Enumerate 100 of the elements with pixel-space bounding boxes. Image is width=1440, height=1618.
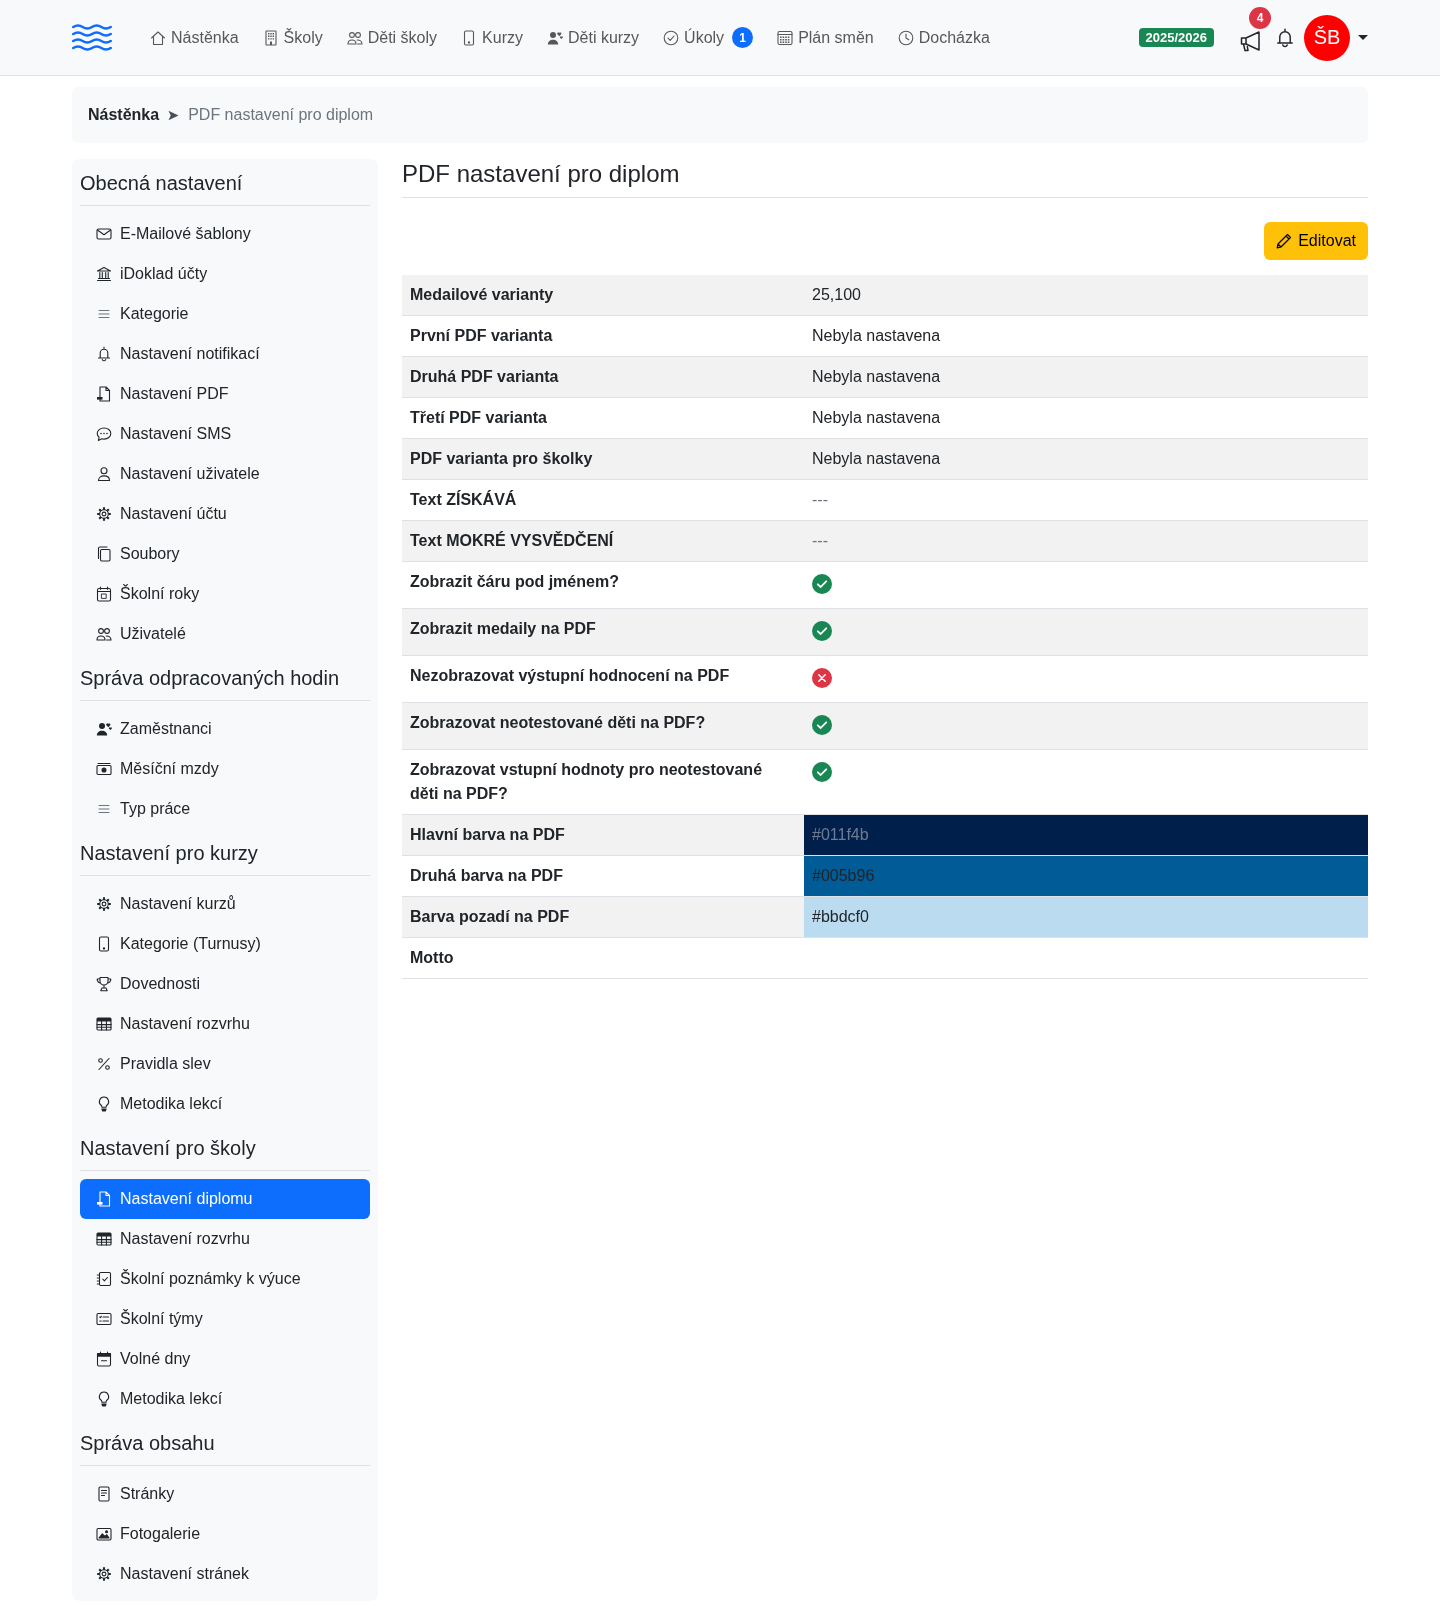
nav-link[interactable]: Docházka <box>885 17 1002 58</box>
sidebar-item[interactable]: Měsíční mzdy <box>80 749 370 789</box>
sidebar-item[interactable]: Kategorie <box>80 294 370 334</box>
nav-link[interactable]: Děti školy <box>334 17 450 58</box>
banknote-icon <box>96 761 112 777</box>
sidebar-item[interactable]: Nastavení PDF <box>80 374 370 414</box>
sidebar-item[interactable]: Nastavení uživatele <box>80 454 370 494</box>
caret-icon[interactable] <box>1358 35 1368 40</box>
sidebar-item[interactable]: Metodika lekcí <box>80 1084 370 1124</box>
trophy-icon <box>96 976 112 992</box>
lightbulb-icon <box>96 1096 112 1112</box>
bell-icon[interactable] <box>1276 27 1294 48</box>
count-badge: 4 <box>1249 6 1271 29</box>
pdf-file-icon <box>96 386 112 402</box>
page-title: PDF nastavení pro diplom <box>402 159 681 188</box>
setting-label: Barva pozadí na PDF <box>402 896 804 938</box>
sidebar-item[interactable]: Školní týmy <box>80 1299 370 1339</box>
setting-label: Zobrazit medaily na PDF <box>402 608 804 656</box>
sidebar-item[interactable]: Nastavení SMS <box>80 414 370 454</box>
bank-icon <box>96 266 112 282</box>
sidebar-item[interactable]: Nastavení účtu <box>80 494 370 534</box>
sidebar-item[interactable]: Kategorie (Turnusy) <box>80 924 370 964</box>
envelope-icon <box>96 226 112 242</box>
waves-logo-icon[interactable] <box>72 23 112 52</box>
people-icon <box>96 626 112 642</box>
sidebar-item[interactable]: Nastavení rozvrhu <box>80 1004 370 1044</box>
settings-icon <box>96 506 112 522</box>
sidebar-item[interactable]: Dovednosti <box>80 964 370 1004</box>
breadcrumb-item[interactable]: Nástěnka <box>88 103 160 127</box>
breadcrumb-item: PDF nastavení pro diplom <box>188 105 374 125</box>
section-heading: Obecná nastavení <box>80 171 244 195</box>
setting-value: --- <box>804 479 1368 521</box>
sidebar-item[interactable]: Stránky <box>80 1474 370 1514</box>
card-list-icon <box>96 1311 112 1327</box>
tablet-icon <box>96 936 112 952</box>
setting-label: Třetí PDF varianta <box>402 397 804 439</box>
setting-value: --- <box>804 520 1368 562</box>
bell-icon <box>96 346 112 362</box>
sidebar-item[interactable]: Soubory <box>80 534 370 574</box>
sidebar-item[interactable]: Typ práce <box>80 789 370 829</box>
sidebar-item[interactable]: Nastavení kurzů <box>80 884 370 924</box>
sidebar-item[interactable]: Pravidla slev <box>80 1044 370 1084</box>
edit-button[interactable]: Editovat <box>1264 222 1368 260</box>
section-heading: Správa obsahu <box>80 1431 216 1455</box>
school-year-badge: 2025/2026 <box>1138 28 1214 47</box>
pencil-icon <box>1276 233 1293 249</box>
color-value: #011f4b <box>804 814 1368 856</box>
calendar-icon <box>777 29 794 46</box>
sidebar-item[interactable]: Fotogalerie <box>80 1514 370 1554</box>
separator-icon <box>168 109 180 121</box>
sidebar-item[interactable]: iDoklad účty <box>80 254 370 294</box>
sidebar-item[interactable]: Školní roky <box>80 574 370 614</box>
check-circle-icon <box>663 29 680 46</box>
setting-value: Nebyla nastavena <box>804 315 1368 357</box>
sidebar-item[interactable]: Školní poznámky k výuce <box>80 1259 370 1299</box>
setting-label: Text MOKRÉ VYSVĚDČENÍ <box>402 520 804 562</box>
sidebar-item[interactable]: Nastavení diplomu <box>80 1179 370 1219</box>
sidebar-item[interactable]: Volné dny <box>80 1339 370 1379</box>
sidebar-item[interactable]: E-Mailové šablony <box>80 214 370 254</box>
setting-label: Medailové varianty <box>402 275 804 316</box>
nav-link[interactable]: Nástěnka <box>138 17 251 58</box>
sidebar-item[interactable]: Metodika lekcí <box>80 1379 370 1419</box>
color-value: #005b96 <box>804 855 1368 897</box>
section-heading: Správa odpracovaných hodin <box>80 666 341 690</box>
setting-label: Druhá PDF varianta <box>402 356 804 398</box>
person-icon <box>96 466 112 482</box>
building-icon <box>262 29 279 46</box>
person-hearts-icon <box>547 29 563 46</box>
person-hearts-icon <box>96 721 112 737</box>
settings-icon <box>96 896 112 912</box>
sidebar-item[interactable]: Zaměstnanci <box>80 709 370 749</box>
clock-icon <box>897 29 914 46</box>
sidebar-item[interactable]: Nastavení notifikací <box>80 334 370 374</box>
setting-label: Druhá barva na PDF <box>402 855 804 897</box>
nav-link[interactable]: Úkoly 1 <box>651 17 766 58</box>
nav-link[interactable]: Děti kurzy <box>535 17 652 58</box>
setting-value: Nebyla nastavena <box>804 356 1368 398</box>
sidebar-item[interactable]: Uživatelé <box>80 614 370 654</box>
setting-value: 25,100 <box>804 275 1368 316</box>
table-icon <box>96 1231 112 1247</box>
megaphone-icon[interactable] <box>1240 29 1262 52</box>
count-badge: 1 <box>732 27 754 48</box>
sidebar-item[interactable]: Nastavení stránek <box>80 1554 370 1594</box>
sidebar-item[interactable]: Nastavení rozvrhu <box>80 1219 370 1259</box>
nav-link[interactable]: Kurzy <box>449 17 535 58</box>
setting-label: Hlavní barva na PDF <box>402 814 804 856</box>
images-icon <box>96 1526 112 1542</box>
calendar-icon <box>96 586 112 602</box>
color-value: #bbdcf0 <box>804 896 1368 938</box>
nav-link[interactable]: Školy <box>250 17 335 58</box>
setting-label: První PDF varianta <box>402 315 804 357</box>
setting-label: Motto <box>402 937 804 979</box>
nav-link[interactable]: Plán směn <box>765 17 886 58</box>
avatar-button[interactable]: ŠB <box>1304 14 1350 61</box>
setting-value: Nebyla nastavena <box>804 438 1368 480</box>
chat-bubble-icon <box>96 426 112 442</box>
section-heading: Nastavení pro kurzy <box>80 841 259 865</box>
lightbulb-icon <box>96 1391 112 1407</box>
setting-label: Text ZÍSKÁVÁ <box>402 479 804 521</box>
setting-label: Zobrazit čáru pod jménem? <box>402 561 804 609</box>
